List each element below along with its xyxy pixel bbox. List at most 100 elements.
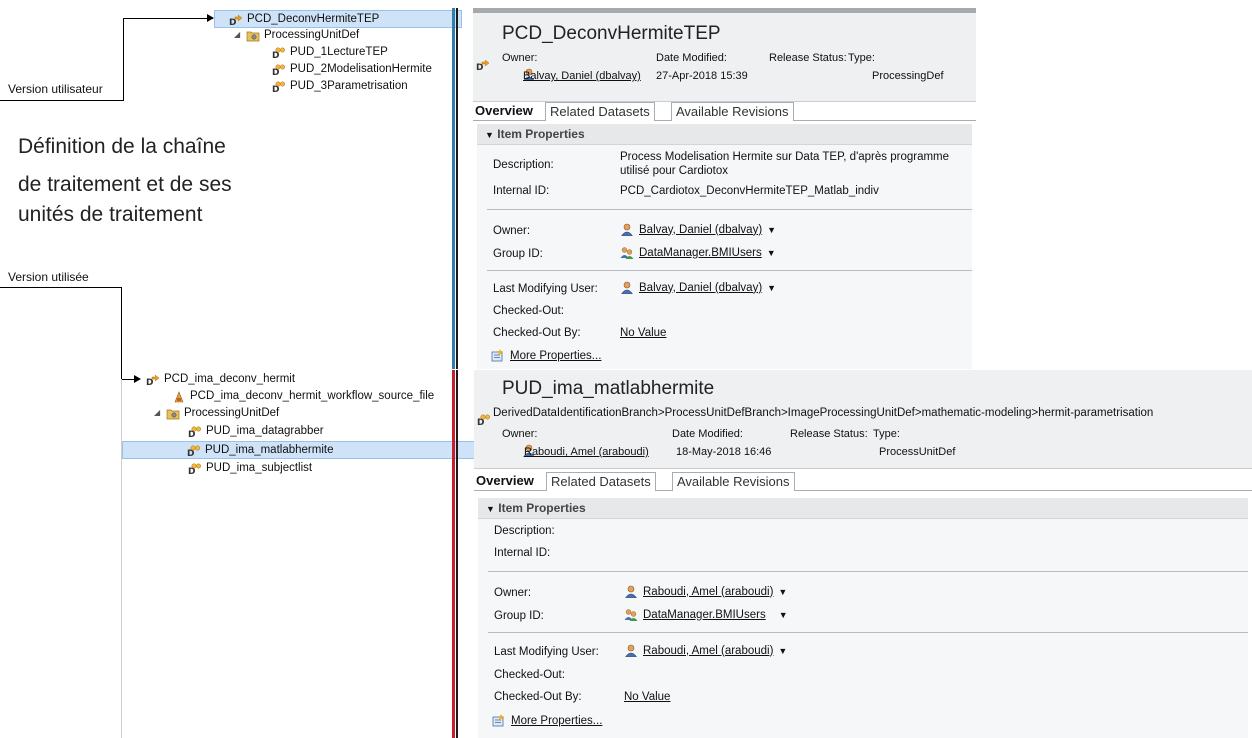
annotation-underline — [0, 100, 124, 101]
last-modifying-user-link[interactable]: Raboudi, Amel (araboudi) — [643, 645, 773, 657]
description-value-line2: utilisé pour Cardiotox — [620, 165, 729, 177]
process-def-icon — [476, 58, 490, 71]
more-properties-link[interactable]: More Properties... — [492, 714, 602, 727]
group-icon — [620, 246, 634, 259]
tab-overview[interactable]: Overview — [474, 472, 538, 490]
owner-link[interactable]: Balvay, Daniel (dbalvay) — [639, 224, 762, 236]
tree-item-label: PUD_1LectureTEP — [290, 46, 388, 58]
tab-bar: Overview Related Datasets Available Revi… — [474, 470, 1252, 491]
tab-related-datasets[interactable]: Related Datasets — [545, 102, 655, 121]
tab-bar: Overview Related Datasets Available Revi… — [473, 100, 976, 121]
date-modified-label: Date Modified: — [672, 428, 743, 440]
properties-body: Description: Process Modelisation Hermit… — [477, 145, 972, 369]
type-value: ProcessUnitDef — [879, 446, 956, 458]
item-title: PCD_DeconvHermiteTEP — [502, 23, 721, 44]
owner-link[interactable]: Balvay, Daniel (dbalvay) — [523, 70, 641, 82]
tree-item-pcd-deconvhermitetep[interactable]: PCD_DeconvHermiteTEP — [214, 10, 462, 28]
definition-text-line3: unités de traitement — [18, 203, 203, 226]
dropdown-arrow-icon[interactable]: ▼ — [767, 225, 776, 235]
divider — [488, 632, 1248, 633]
tree-item-label: PUD_ima_subjectlist — [206, 462, 313, 474]
tree-item-processingunitdef[interactable]: ◢ ProcessingUnitDef — [234, 27, 359, 43]
expand-icon[interactable]: ◢ — [154, 405, 162, 421]
process-def-icon — [146, 373, 160, 386]
type-value: ProcessingDef — [872, 70, 944, 82]
owner-label: Owner: — [493, 225, 531, 237]
group-link[interactable]: DataManager.BMIUsers — [639, 247, 762, 259]
tree-item-label: PUD_2ModelisationHermite — [290, 63, 432, 75]
annotation-line — [121, 379, 122, 738]
arrow-head-icon — [134, 375, 141, 383]
expand-icon[interactable]: ◢ — [234, 27, 242, 43]
tree-item-processingunitdef[interactable]: ◢ ProcessingUnitDef — [154, 405, 279, 421]
section-item-properties[interactable]: ▼ Item Properties — [477, 124, 972, 145]
internal-id-label: Internal ID: — [494, 547, 551, 559]
section-title: Item Properties — [497, 127, 585, 141]
tab-available-revisions[interactable]: Available Revisions — [672, 472, 795, 491]
folder-icon — [166, 407, 180, 420]
date-modified-value: 18-May-2018 16:46 — [676, 446, 772, 458]
process-unit-icon — [187, 444, 201, 457]
release-status-label: Release Status: — [769, 52, 847, 64]
more-properties-link[interactable]: More Properties... — [491, 349, 601, 362]
internal-id-value: PCD_Cardiotox_DeconvHermiteTEP_Matlab_in… — [620, 185, 879, 197]
tree-item-label: PCD_DeconvHermiteTEP — [247, 13, 380, 25]
last-modifying-user-link[interactable]: Balvay, Daniel (dbalvay) — [639, 282, 762, 294]
properties-icon — [491, 349, 505, 362]
dropdown-arrow-icon[interactable]: ▼ — [779, 610, 788, 620]
item-panel-pud: PUD_ima_matlabhermite DerivedDataIdentif… — [474, 370, 1252, 738]
release-status-label: Release Status: — [790, 428, 868, 440]
process-unit-icon — [272, 63, 286, 76]
tab-available-revisions[interactable]: Available Revisions — [671, 102, 794, 121]
tree-item-pud-ima-subjectlist[interactable]: PUD_ima_subjectlist — [188, 460, 312, 476]
tab-related-datasets[interactable]: Related Datasets — [546, 472, 656, 491]
owner-link[interactable]: Raboudi, Amel (araboudi) — [643, 586, 773, 598]
definition-text-line2: de traitement et de ses — [18, 173, 232, 196]
section-title: Item Properties — [498, 501, 586, 515]
dropdown-arrow-icon[interactable]: ▼ — [767, 248, 776, 258]
process-unit-icon — [272, 80, 286, 93]
item-title: PUD_ima_matlabhermite — [502, 378, 715, 399]
annotation-version-utilisee: Version utilisée — [8, 270, 89, 284]
properties-icon — [492, 714, 506, 727]
panel-header: PCD_DeconvHermiteTEP Owner: Date Modifie… — [473, 13, 976, 102]
divider-bottom-dark — [456, 370, 458, 738]
tree-item-label: PCD_ima_deconv_hermit_workflow_source_fi… — [190, 390, 435, 402]
divider-top-dark — [456, 8, 458, 369]
annotation-version-utilisateur: Version utilisateur — [8, 82, 103, 96]
date-modified-label: Date Modified: — [656, 52, 727, 64]
collapse-icon[interactable]: ▼ — [485, 130, 494, 140]
tree-item-workflow-source-file[interactable]: PCD_ima_deconv_hermit_workflow_source_fi… — [172, 388, 434, 404]
tab-overview[interactable]: Overview — [473, 102, 537, 120]
properties-body: Description: Internal ID: Owner: Raboudi… — [478, 519, 1248, 738]
tree-item-pud-1lecturetep[interactable]: PUD_1LectureTEP — [272, 44, 388, 60]
owner-link[interactable]: Raboudi, Amel (araboudi) — [524, 446, 649, 458]
tree-item-pud-ima-datagrabber[interactable]: PUD_ima_datagrabber — [188, 423, 324, 439]
section-item-properties[interactable]: ▼ Item Properties — [478, 498, 1248, 519]
checked-out-by-label: Checked-Out By: — [494, 691, 582, 703]
owner-label: Owner: — [502, 428, 538, 440]
tree-item-pud-3parametrisation[interactable]: PUD_3Parametrisation — [272, 78, 408, 94]
last-modifying-user-value: Raboudi, Amel (araboudi) ▼ — [624, 644, 787, 657]
dropdown-arrow-icon[interactable]: ▼ — [778, 646, 787, 656]
divider-top — [452, 8, 455, 369]
tree-item-label: PUD_3Parametrisation — [290, 80, 408, 92]
tree-item-pud-2modelisationhermite[interactable]: PUD_2ModelisationHermite — [272, 61, 432, 77]
user-icon — [624, 585, 638, 598]
tree-item-label: PUD_ima_matlabhermite — [205, 444, 334, 456]
arrow-head-icon — [207, 14, 214, 22]
tree-item-label: ProcessingUnitDef — [184, 407, 280, 419]
owner-label: Owner: — [502, 52, 538, 64]
tree-item-label: PCD_ima_deconv_hermit — [164, 373, 296, 385]
owner-value: Raboudi, Amel (araboudi) ▼ — [624, 585, 787, 598]
checked-out-label: Checked-Out: — [494, 669, 565, 681]
group-link[interactable]: DataManager.BMIUsers — [643, 609, 766, 621]
dropdown-arrow-icon[interactable]: ▼ — [778, 587, 787, 597]
process-unit-icon — [188, 425, 202, 438]
tree-item-pcd-ima-deconv-hermit[interactable]: PCD_ima_deconv_hermit — [146, 371, 295, 387]
process-unit-icon — [272, 46, 286, 59]
breadcrumb: DerivedDataIdentificationBranch>ProcessU… — [493, 407, 1154, 419]
dropdown-arrow-icon[interactable]: ▼ — [767, 283, 776, 293]
collapse-icon[interactable]: ▼ — [486, 504, 495, 514]
type-label: Type: — [873, 428, 900, 440]
